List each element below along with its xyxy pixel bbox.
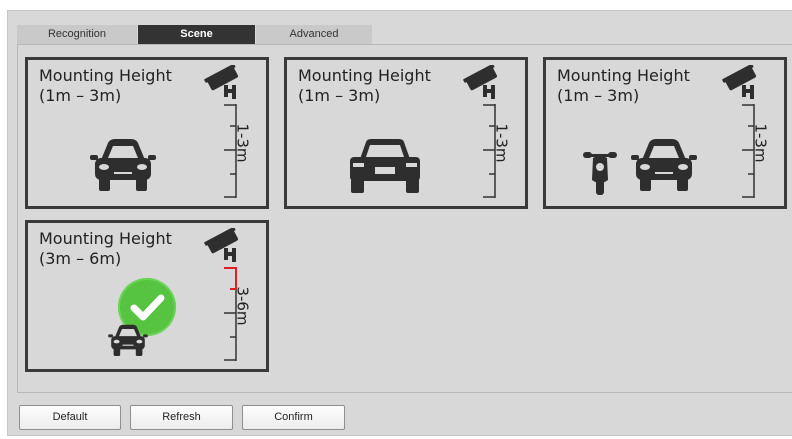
height-range-label: (1m – 3m) [557,86,640,105]
scene-card-3[interactable]: Mounting Height (1m – 3m) 1-3m [543,57,787,209]
scene-card-2[interactable]: Mounting Height (1m – 3m) 1-3m [284,57,528,209]
ruler-range-label: 1-3m [233,123,252,163]
tab-scene[interactable]: Scene [138,25,256,44]
confirm-button[interactable]: Confirm [242,405,345,430]
refresh-button[interactable]: Refresh [130,405,233,430]
camera-icon [463,65,498,99]
car-front-icon [108,324,148,356]
scene-card-4[interactable]: Mounting Height (3m – 6m) 3-6m [25,220,269,372]
ruler-range-label: 3-6m [233,286,252,326]
camera-icon [204,228,239,262]
height-range-label: (1m – 3m) [298,86,381,105]
tab-bar: Recognition Scene Advanced [17,25,373,44]
scene-card-1[interactable]: Mounting Height (1m – 3m) 1-3m [25,57,269,209]
camera-icon [204,65,239,99]
mounting-height-label: Mounting Height [557,66,690,85]
car-front-icon [631,139,697,191]
scene-card-title: Mounting Height (1m – 3m) [39,66,172,106]
ruler-range-label: 1-3m [492,123,511,163]
camera-icon [722,65,757,99]
scene-card-title: Mounting Height (1m – 3m) [557,66,690,106]
motorcycle-icon [583,152,617,195]
mounting-height-label: Mounting Height [39,229,172,248]
height-range-label: (1m – 3m) [39,86,122,105]
scene-card-title: Mounting Height (1m – 3m) [298,66,431,106]
scene-content: Mounting Height (1m – 3m) 1-3m Mounting … [17,44,792,393]
mounting-height-label: Mounting Height [298,66,431,85]
ruler-range-label: 1-3m [751,123,770,163]
car-front-icon [90,139,156,191]
button-bar: Default Refresh Confirm [19,405,345,430]
tab-recognition[interactable]: Recognition [17,25,138,44]
tab-advanced[interactable]: Advanced [256,25,373,44]
height-range-label: (3m – 6m) [39,249,122,268]
mounting-height-label: Mounting Height [39,66,172,85]
car-rear-icon [350,139,420,193]
scene-card-title: Mounting Height (3m – 6m) [39,229,172,269]
default-button[interactable]: Default [19,405,121,430]
